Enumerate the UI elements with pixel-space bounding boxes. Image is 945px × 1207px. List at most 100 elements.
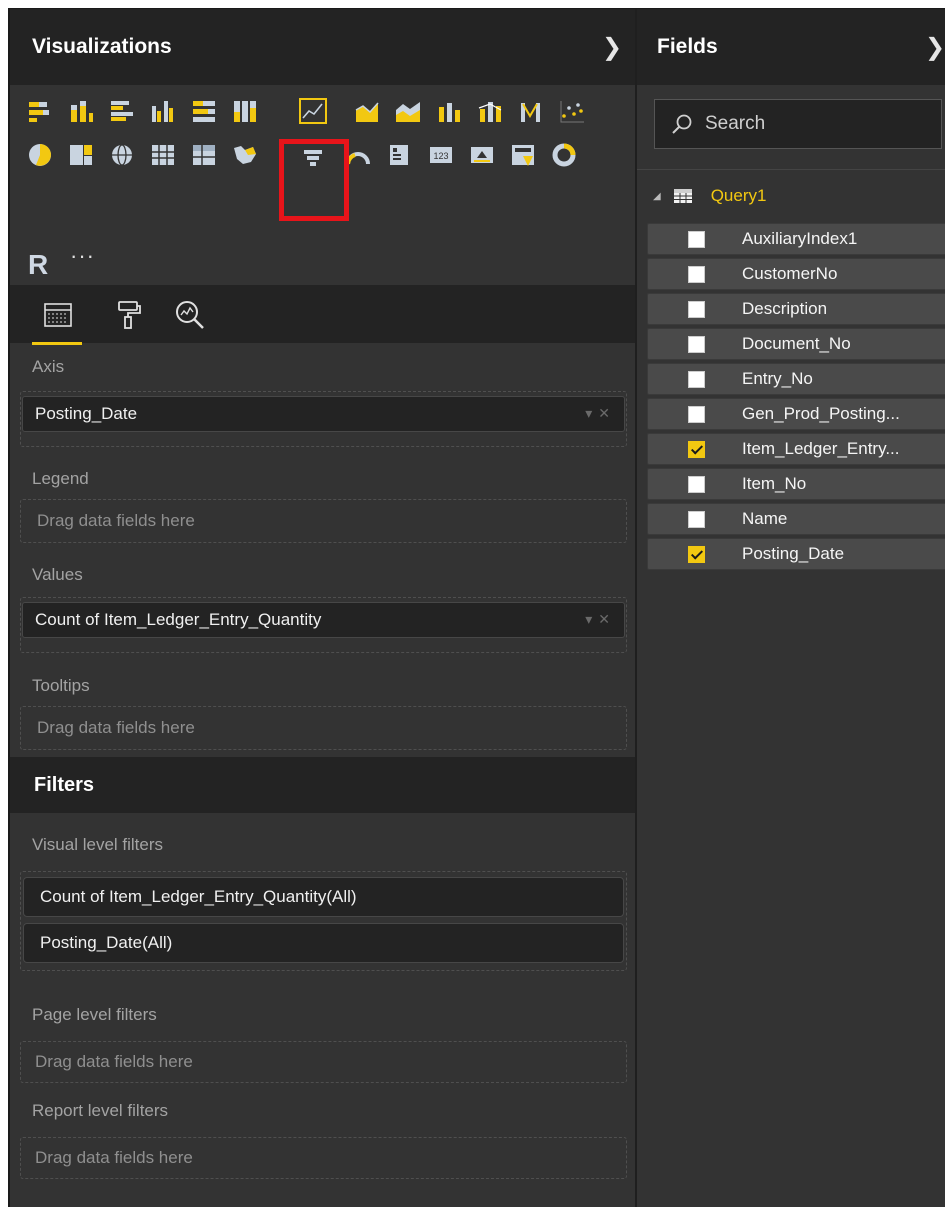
page-level-placeholder: Drag data fields here — [35, 1052, 193, 1071]
filter-card-count-quantity[interactable]: Count of Item_Ledger_Entry_Quantity(All) — [23, 877, 624, 917]
kpi-icon[interactable] — [467, 141, 497, 169]
tooltips-label: Tooltips — [32, 676, 90, 695]
area-chart-icon[interactable] — [352, 97, 382, 125]
visual-level-filters-label: Visual level filters — [32, 835, 164, 854]
page-level-filters-label: Page level filters — [32, 1005, 157, 1024]
field-name: Item_No — [742, 474, 807, 493]
values-well[interactable]: Count of Item_Ledger_Entry_Quantity ▾✕ — [20, 597, 627, 653]
line-stacked-column-icon[interactable] — [475, 97, 505, 125]
field-name: CustomerNo — [742, 264, 838, 283]
field-item[interactable]: AuxiliaryIndex1 — [647, 223, 945, 255]
stacked-area-icon[interactable] — [393, 97, 423, 125]
field-item[interactable]: Item_No — [647, 468, 945, 500]
selected-visual-highlight — [279, 139, 349, 221]
line-chart-icon[interactable] — [298, 97, 328, 125]
clustered-bar-icon[interactable] — [107, 97, 137, 125]
fields-title: Fields — [657, 35, 718, 58]
page-level-filters-well[interactable]: Drag data fields here — [20, 1041, 627, 1083]
100-stacked-bar-icon[interactable] — [189, 97, 219, 125]
field-checkbox[interactable] — [688, 371, 705, 388]
divider — [637, 169, 945, 170]
collapse-visualizations-icon[interactable]: ❯ — [602, 33, 622, 62]
clustered-column-icon[interactable] — [148, 97, 178, 125]
field-name: AuxiliaryIndex1 — [742, 229, 858, 248]
field-name: Posting_Date — [742, 544, 845, 563]
more-visuals-icon[interactable]: ··· — [70, 243, 95, 269]
matrix-icon[interactable] — [189, 141, 219, 169]
ribbon-chart-icon[interactable] — [516, 97, 546, 125]
field-checkbox[interactable] — [688, 406, 705, 423]
pane-tabs — [10, 285, 635, 345]
r-script-visual-icon[interactable]: R — [28, 249, 48, 281]
slicer-icon[interactable] — [508, 141, 538, 169]
field-name: Entry_No — [742, 369, 813, 388]
treemap-icon[interactable] — [66, 141, 96, 169]
tooltips-well[interactable]: Drag data fields here — [20, 706, 627, 750]
stacked-column-icon[interactable] — [66, 97, 96, 125]
analytics-magnifier-icon[interactable] — [170, 295, 210, 335]
pie-chart-icon[interactable] — [25, 141, 55, 169]
legend-well[interactable]: Drag data fields here — [20, 499, 627, 543]
card-icon[interactable]: 123 — [426, 141, 456, 169]
visualizations-header: Visualizations ❯ — [10, 9, 635, 85]
collapse-fields-icon[interactable]: ❯ — [925, 33, 945, 62]
field-item[interactable]: Name — [647, 503, 945, 535]
filled-map-icon[interactable] — [230, 141, 260, 169]
scatter-chart-icon[interactable] — [557, 97, 587, 125]
legend-label: Legend — [32, 469, 89, 488]
axis-field-pill[interactable]: Posting_Date ▾✕ — [22, 396, 625, 432]
field-checkbox[interactable] — [688, 301, 705, 318]
collapse-caret-icon[interactable]: ◢ — [653, 191, 661, 202]
filter-card-posting-date[interactable]: Posting_Date(All) — [23, 923, 624, 963]
field-checkbox[interactable] — [688, 336, 705, 353]
donut-chart-icon[interactable] — [549, 141, 579, 169]
field-item[interactable]: Posting_Date — [647, 538, 945, 570]
fields-header: Fields ❯ — [637, 9, 945, 85]
multi-row-card-icon[interactable] — [384, 141, 414, 169]
filter-card-label: Count of Item_Ledger_Entry_Quantity(All) — [40, 887, 357, 906]
search-placeholder: Search — [705, 113, 766, 134]
field-item[interactable]: Entry_No — [647, 363, 945, 395]
search-icon — [672, 114, 692, 134]
field-checkbox[interactable] — [688, 441, 705, 458]
remove-field-icon[interactable]: ✕ — [598, 405, 616, 421]
filters-header: Filters — [10, 757, 635, 813]
field-item[interactable]: CustomerNo — [647, 258, 945, 290]
field-checkbox[interactable] — [688, 231, 705, 248]
report-level-filters-well[interactable]: Drag data fields here — [20, 1137, 627, 1179]
tooltips-placeholder: Drag data fields here — [37, 718, 195, 737]
field-checkbox[interactable] — [688, 266, 705, 283]
visual-gallery: 123 R ··· — [10, 85, 635, 285]
remove-field-icon[interactable]: ✕ — [598, 611, 616, 627]
visualizations-title: Visualizations — [32, 35, 172, 58]
visualizations-pane: Visualizations ❯ 123 R ··· Axis Posting_… — [10, 9, 635, 1207]
axis-well[interactable]: Posting_Date ▾✕ — [20, 391, 627, 447]
field-checkbox[interactable] — [688, 511, 705, 528]
format-paint-roller-icon[interactable] — [108, 295, 148, 335]
field-item[interactable]: Gen_Prod_Posting... — [647, 398, 945, 430]
stacked-bar-icon[interactable] — [25, 97, 55, 125]
field-checkbox[interactable] — [688, 546, 705, 563]
table-icon[interactable] — [148, 141, 178, 169]
axis-field-name: Posting_Date — [35, 404, 138, 423]
svg-text:123: 123 — [433, 151, 448, 161]
table-query1[interactable]: ◢ Query1 — [653, 181, 766, 211]
field-name: Item_Ledger_Entry... — [742, 439, 900, 458]
fields-search-input[interactable]: Search — [654, 99, 942, 149]
map-icon[interactable] — [107, 141, 137, 169]
fields-pane: Fields ❯ Search ◢ Query1 AuxiliaryIndex1… — [635, 9, 945, 1207]
field-checkbox[interactable] — [688, 476, 705, 493]
values-label: Values — [32, 565, 83, 584]
field-item[interactable]: Description — [647, 293, 945, 325]
field-item[interactable]: Item_Ledger_Entry... — [647, 433, 945, 465]
filter-card-label: Posting_Date(All) — [40, 933, 173, 952]
field-name: Gen_Prod_Posting... — [742, 404, 900, 423]
dropdown-icon[interactable]: ▾ — [585, 405, 598, 421]
dropdown-icon[interactable]: ▾ — [585, 611, 598, 627]
field-item[interactable]: Document_No — [647, 328, 945, 360]
fields-tab-icon[interactable] — [32, 295, 82, 345]
100-stacked-column-icon[interactable] — [230, 97, 260, 125]
line-clustered-column-icon[interactable] — [434, 97, 464, 125]
axis-label: Axis — [32, 357, 65, 376]
values-field-pill[interactable]: Count of Item_Ledger_Entry_Quantity ▾✕ — [22, 602, 625, 638]
